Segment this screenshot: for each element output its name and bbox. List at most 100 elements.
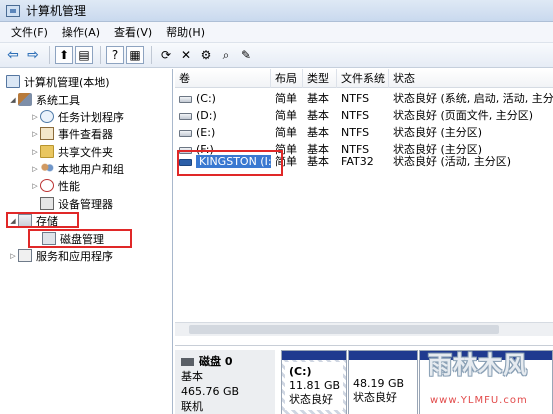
tree-item-task-scheduler[interactable]: ▷ 任务计划程序 [30,108,124,125]
show-tree-icon[interactable]: ▤ [75,46,93,64]
volume-list: 卷 布局 类型 文件系统 状态 (C:) 简单 基本 NTFS 状态良好 (系统… [175,69,553,335]
highlight-storage [6,212,79,228]
partition-label: (C:) [289,365,312,378]
tree-item-root[interactable]: 计算机管理(本地) [6,73,110,90]
column-type[interactable]: 类型 [303,69,337,88]
volume-name: (D:) [196,109,217,122]
partition-c[interactable]: (C:) 11.81 GB N 状态良好 [281,350,347,414]
folder-up-icon[interactable]: ⬆ [55,46,73,64]
navigation-tree: 计算机管理(本地) ◢ 系统工具 ▷ 任务计划程序 ▷ 事件查看器 ▷ 共享文件… [0,69,173,414]
services-icon [18,249,32,262]
partition-status: 状态良好 [353,391,397,404]
volume-status: 状态良好 (页面文件, 主分区) [393,109,534,122]
volume-type: 基本 [307,126,329,139]
site-watermark: 雨林木风 www.YLMFU.com [418,345,553,414]
volume-layout: 简单 [275,92,297,105]
volume-filesystem: NTFS [341,126,370,139]
expand-icon[interactable]: ▷ [30,130,40,138]
back-arrow-icon[interactable]: ⇦ [4,46,22,64]
menu-view[interactable]: 查看(V) [107,23,159,41]
users-icon [40,162,54,175]
volume-layout: 简单 [275,126,297,139]
expand-icon[interactable]: ▷ [30,113,40,121]
tree-item-system-tools[interactable]: ◢ 系统工具 [8,91,80,108]
partition-size: 11.81 GB N [289,379,343,392]
partition-bar [349,351,417,360]
tree-item-label: 事件查看器 [58,127,113,141]
watermark-logo: 雨林木风 [428,351,528,379]
volume-filesystem: NTFS [341,109,370,122]
table-row[interactable]: (D:) 简单 基本 NTFS 状态良好 (页面文件, 主分区) [175,107,553,124]
expand-icon[interactable]: ▷ [30,165,40,173]
column-filesystem[interactable]: 文件系统 [337,69,389,88]
help-icon[interactable]: ? [106,46,124,64]
folder-icon [40,145,54,158]
toolbar-separator [151,46,152,64]
expand-icon[interactable]: ▷ [30,182,40,190]
menu-file[interactable]: 文件(F) [4,23,55,41]
computer-management-icon [6,4,20,17]
column-layout[interactable]: 布局 [271,69,303,88]
partition-bar [282,351,346,360]
collapse-icon[interactable]: ◢ [8,96,18,104]
menu-action[interactable]: 操作(A) [55,23,107,41]
tree-item-label: 服务和应用程序 [36,249,113,263]
search-icon[interactable]: ⌕ [217,46,235,64]
volume-type: 基本 [307,109,329,122]
properties-icon[interactable]: ▦ [126,46,144,64]
tree-item-services-apps[interactable]: ▷ 服务和应用程序 [8,247,113,264]
menu-help[interactable]: 帮助(H) [159,23,212,41]
expand-icon[interactable]: ▷ [8,252,18,260]
table-row[interactable]: (E:) 简单 基本 NTFS 状态良好 (主分区) [175,124,553,141]
tree-item-label: 设备管理器 [58,197,113,211]
tree-item-performance[interactable]: ▷ 性能 [30,177,80,194]
settings-icon[interactable]: ⚙ [197,46,215,64]
volume-filesystem: NTFS [341,92,370,105]
refresh-icon[interactable]: ⟳ [157,46,175,64]
wizard-icon[interactable]: ✎ [237,46,255,64]
drive-icon [179,129,192,137]
tree-item-label: 共享文件夹 [58,145,113,159]
tree-item-shared-folders[interactable]: ▷ 共享文件夹 [30,143,113,160]
partition-d[interactable]: 48.19 GB 状态良好 [348,350,418,414]
expand-icon[interactable]: ▷ [30,148,40,156]
disk-icon [181,358,194,366]
title-bar: 计算机管理 [0,0,553,22]
disk-0-label[interactable]: 磁盘 0 基本 465.76 GB 联机 [175,350,275,414]
disk-size: 465.76 GB [181,385,240,398]
horizontal-scrollbar[interactable] [175,322,553,336]
watermark-url: www.YLMFU.com [430,395,528,406]
partition-status: 状态良好 [289,393,333,406]
tree-item-local-users[interactable]: ▷ 本地用户和组 [30,160,124,177]
tree-item-label: 性能 [58,179,80,193]
table-row[interactable]: (C:) 简单 基本 NTFS 状态良好 (系统, 启动, 活动, 主分区) [175,90,553,107]
partition-size: 48.19 GB [353,377,405,390]
menu-bar: 文件(F) 操作(A) 查看(V) 帮助(H) [0,22,553,43]
tree-item-event-viewer[interactable]: ▷ 事件查看器 [30,125,113,142]
disk-name: 磁盘 0 [199,355,233,368]
device-manager-icon [40,197,54,210]
scrollbar-thumb[interactable] [189,325,499,334]
highlight-disk-management [28,229,132,248]
forward-arrow-icon[interactable]: ⇨ [24,46,42,64]
highlight-kingston [177,150,283,176]
disk-type: 基本 [181,370,203,383]
volume-list-header: 卷 布局 类型 文件系统 状态 [175,69,553,88]
drive-icon [179,95,192,103]
tree-item-label: 任务计划程序 [58,110,124,124]
disk-state: 联机 [181,400,203,413]
toolbar-separator [100,46,101,64]
tree-item-label: 系统工具 [36,93,80,107]
volume-layout: 简单 [275,109,297,122]
delete-icon[interactable]: ✕ [177,46,195,64]
volume-name: (C:) [196,92,216,105]
toolbar-separator [49,46,50,64]
column-status[interactable]: 状态 [389,69,553,88]
computer-icon [6,75,20,88]
tools-icon [18,93,32,106]
tree-item-device-manager[interactable]: 设备管理器 [40,195,113,212]
volume-type: 基本 [307,155,329,168]
volume-name: (E:) [196,126,216,139]
performance-icon [40,179,54,192]
column-volume[interactable]: 卷 [175,69,271,88]
